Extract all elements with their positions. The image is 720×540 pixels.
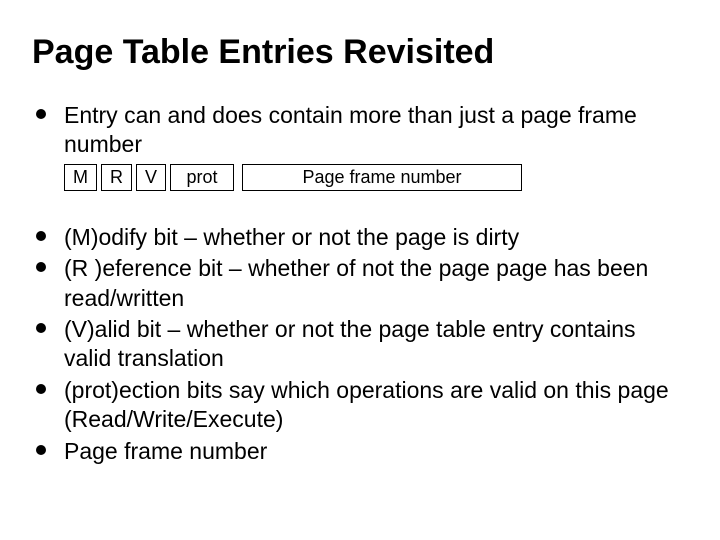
pte-cell-prot: prot [170, 164, 234, 191]
pte-cell-m: M [64, 164, 97, 191]
bullet-list-main: (M)odify bit – whether or not the page i… [32, 223, 688, 467]
pte-cell-pfn: Page frame number [242, 164, 522, 191]
bullet-protection: (prot)ection bits say which operations a… [32, 376, 688, 435]
spacer [32, 207, 688, 223]
slide: Page Table Entries Revisited Entry can a… [0, 0, 720, 540]
pte-cell-v: V [136, 164, 166, 191]
bullet-reference: (R )eference bit – whether of not the pa… [32, 254, 688, 313]
slide-title: Page Table Entries Revisited [32, 32, 688, 73]
pte-diagram: M R V prot Page frame number [64, 164, 688, 191]
bullet-list-top: Entry can and does contain more than jus… [32, 101, 688, 160]
bullet-pfn: Page frame number [32, 437, 688, 466]
bullet-modify: (M)odify bit – whether or not the page i… [32, 223, 688, 252]
pte-cell-r: R [101, 164, 132, 191]
bullet-valid: (V)alid bit – whether or not the page ta… [32, 315, 688, 374]
bullet-intro: Entry can and does contain more than jus… [32, 101, 688, 160]
